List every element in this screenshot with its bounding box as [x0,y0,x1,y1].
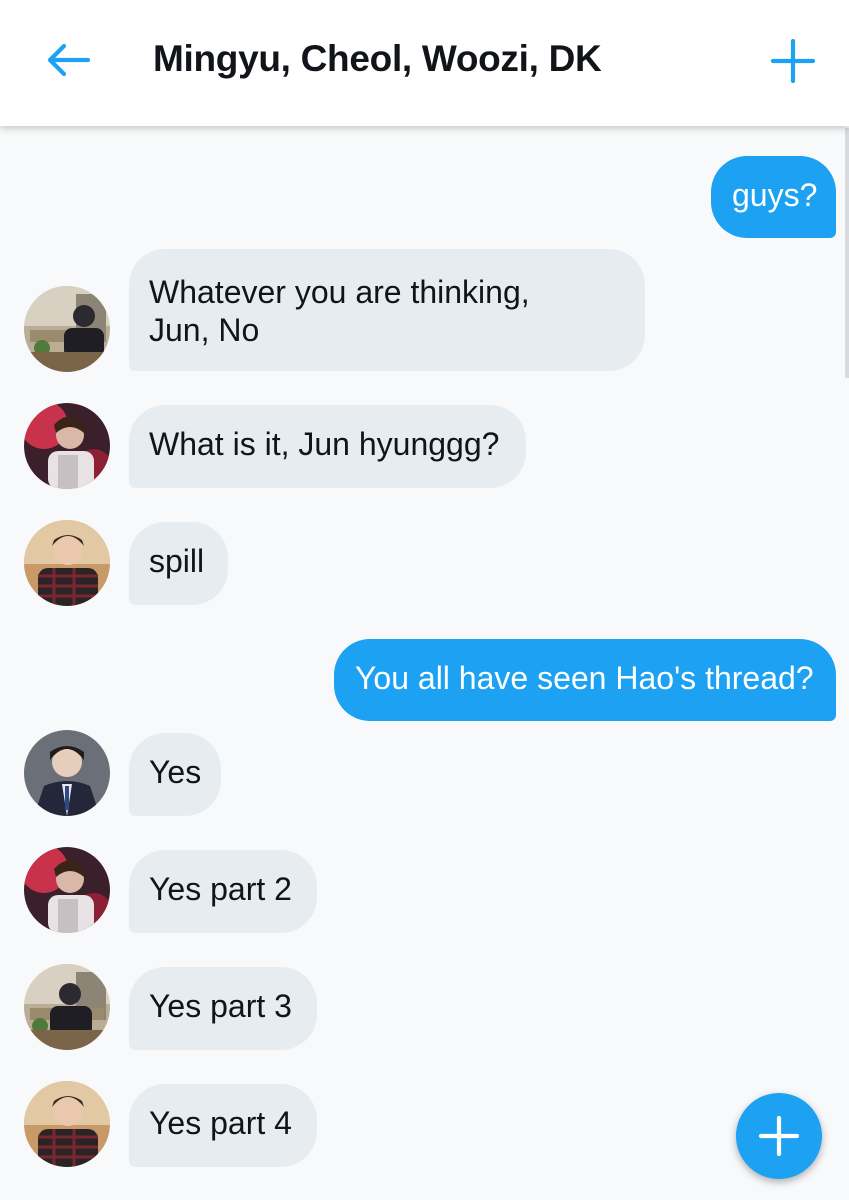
incoming-message[interactable]: Whatever you are thinking, Jun, No [129,249,645,371]
back-button[interactable] [40,36,96,84]
incoming-message[interactable]: Yes part 4 [129,1084,317,1167]
message-text: Yes part 2 [149,871,292,907]
avatar[interactable] [24,1081,110,1167]
scrollbar[interactable] [845,128,849,378]
avatar[interactable] [24,964,110,1050]
message-text: You all have seen Hao's thread? [355,660,814,696]
avatar[interactable] [24,286,110,372]
avatar[interactable] [24,520,110,606]
outgoing-message[interactable]: guys? [711,156,836,238]
avatar[interactable] [24,847,110,933]
message-text: What is it, Jun hyunggg? [149,426,500,462]
incoming-message[interactable]: spill [129,522,228,605]
conversation-header: Mingyu, Cheol, Woozi, DK [0,0,849,126]
incoming-message[interactable]: What is it, Jun hyunggg? [129,405,526,488]
message-text: Yes part 4 [149,1105,292,1141]
add-participant-button[interactable] [767,36,819,86]
incoming-message[interactable]: Yes part 3 [129,967,317,1050]
incoming-message[interactable]: Yes part 2 [129,850,317,933]
compose-fab-button[interactable] [736,1093,822,1179]
message-text: Yes part 3 [149,988,292,1024]
message-text: spill [149,543,205,579]
outgoing-message[interactable]: You all have seen Hao's thread? [334,639,836,721]
message-text: Yes [149,754,202,790]
avatar[interactable] [24,730,110,816]
message-text-line: Jun, No [149,312,260,348]
message-text: guys? [732,177,818,213]
avatar[interactable] [24,403,110,489]
plus-icon [758,1115,800,1157]
incoming-message[interactable]: Yes [129,733,221,816]
arrow-left-icon [47,43,90,77]
conversation-title: Mingyu, Cheol, Woozi, DK [153,38,602,79]
plus-icon [771,39,815,83]
message-text-line: Whatever you are thinking, [149,274,530,310]
